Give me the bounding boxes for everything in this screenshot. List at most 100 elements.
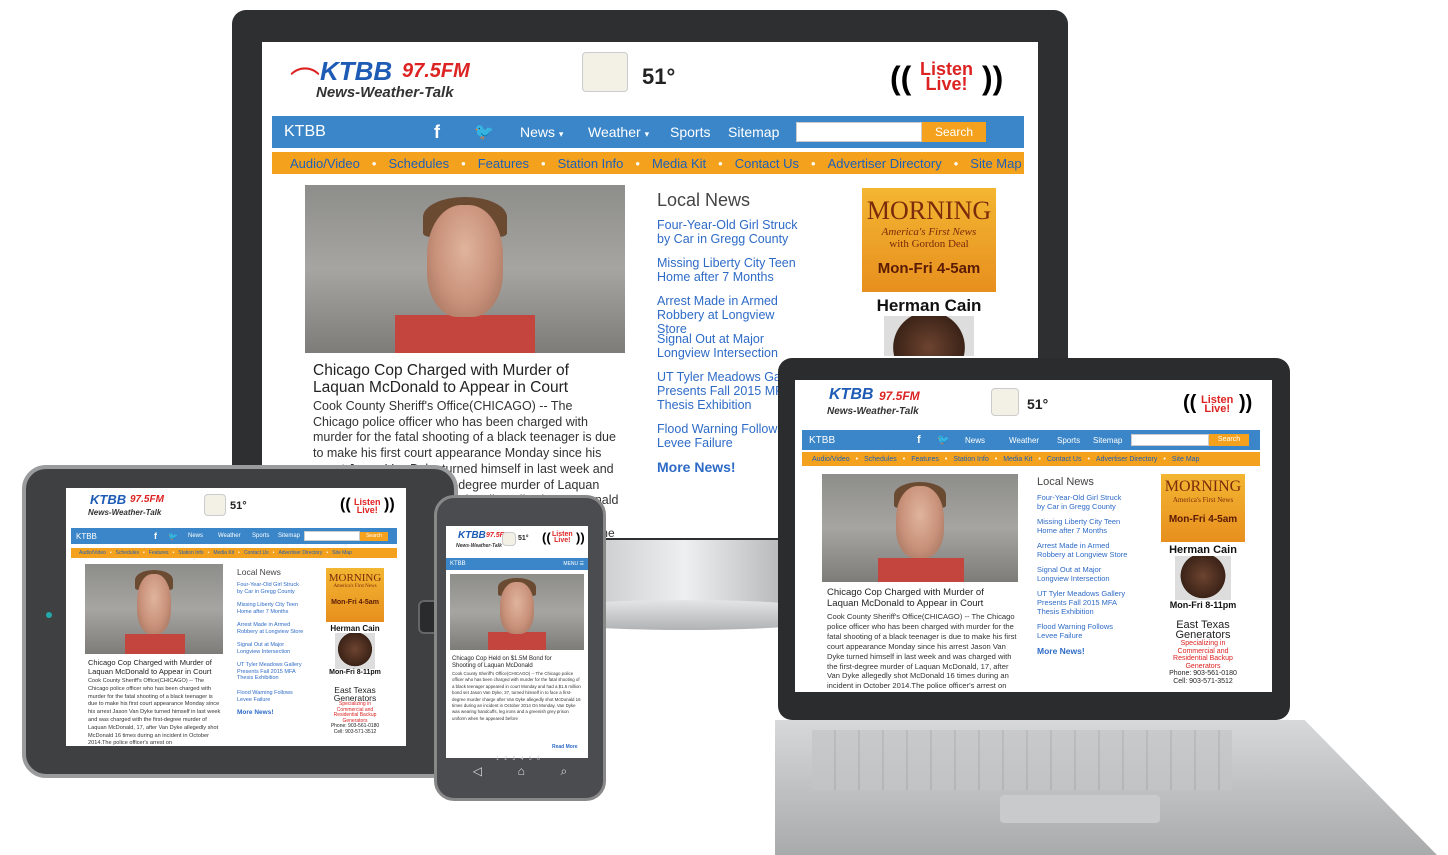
radio-wave-icon: )) xyxy=(982,60,1004,96)
pagination[interactable]: 1 2 3 4 5 6 xyxy=(484,756,554,762)
logo-text: KTBB xyxy=(320,56,393,86)
site-logo[interactable]: KTBB 97.5FM News-Weather-Talk xyxy=(813,384,933,424)
nav-weather[interactable]: Weather ▾ xyxy=(588,124,670,140)
nav-news[interactable]: News xyxy=(965,436,1009,445)
twitter-icon[interactable]: 🐦 xyxy=(474,122,520,142)
dropdown-arrow-icon: ▾ xyxy=(558,129,564,139)
nav-sports[interactable]: Sports xyxy=(670,124,728,140)
navbar-brand[interactable]: KTBB xyxy=(76,532,154,541)
local-news-title: Local News xyxy=(1037,476,1094,488)
twitter-icon[interactable]: 🐦 xyxy=(937,435,965,446)
navbar-brand[interactable]: KTBB xyxy=(284,123,434,141)
radio-wave-icon: )) xyxy=(576,530,585,545)
subnav-site-map[interactable]: Site Map xyxy=(970,156,1021,171)
back-icon[interactable]: ◁ xyxy=(473,764,482,784)
tablet-camera xyxy=(46,612,52,618)
radio-wave-icon: (( xyxy=(890,60,912,96)
menu-button[interactable]: MENU ☰ xyxy=(563,561,584,567)
subnav-media-kit[interactable]: Media Kit xyxy=(652,156,706,171)
subnav-audio-video[interactable]: Audio/Video xyxy=(290,156,360,171)
morning-show-ad[interactable]: MORNING America's First News Mon-Fri 4-5… xyxy=(326,568,384,622)
navbar-brand[interactable]: KTBB xyxy=(809,435,917,446)
search-button[interactable]: Search xyxy=(922,122,986,142)
more-news-link[interactable]: More News! xyxy=(237,709,305,717)
listen-live-button[interactable]: (( Listen Live! )) xyxy=(542,530,586,552)
logo-tagline: News-Weather-Talk xyxy=(316,84,454,101)
listen-live-button[interactable]: (( Listen Live! )) xyxy=(340,496,400,522)
east-texas-generators-ad[interactable]: East Texas Generators Specializing in Co… xyxy=(326,686,384,735)
nav-sitemap[interactable]: Sitemap xyxy=(728,124,796,140)
temperature: 51° xyxy=(518,535,529,542)
featured-headline[interactable]: Chicago Cop Held on $1.5M Bond for Shoot… xyxy=(452,656,574,670)
radio-wave-icon: (( xyxy=(542,530,551,545)
weather-icon xyxy=(582,52,628,92)
subnav-contact-us[interactable]: Contact Us xyxy=(735,156,799,171)
home-icon[interactable]: ⌂ xyxy=(518,764,525,784)
twitter-icon[interactable]: 🐦 xyxy=(168,532,188,541)
tablet-screen: KTBB 97.5FM News-Weather-Talk 51° (( Lis… xyxy=(66,488,406,746)
main-navbar: KTBB MENU ☰ xyxy=(446,558,588,570)
local-news-item[interactable]: Arrest Made in Armed Robbery at Longview… xyxy=(657,294,807,336)
listen-live-button[interactable]: (( Listen Live! )) xyxy=(1183,392,1253,422)
morning-show-ad[interactable]: MORNING America's First News Mon-Fri 4-5… xyxy=(1161,474,1245,542)
featured-story-image[interactable] xyxy=(85,564,223,654)
weather-icon xyxy=(502,532,516,546)
search-button[interactable]: Search xyxy=(1209,434,1249,446)
featured-story-image[interactable] xyxy=(822,474,1018,582)
radio-wave-icon: (( xyxy=(1183,392,1197,414)
phone-screen: KTBB 97.5FM News-Weather-Talk 51° (( Lis… xyxy=(446,526,588,758)
live-label: Live! xyxy=(925,74,968,95)
facebook-icon[interactable]: f xyxy=(434,122,474,143)
facebook-icon[interactable]: f xyxy=(917,434,937,446)
listen-live-button[interactable]: (( Listen Live! )) xyxy=(890,56,1006,102)
featured-headline[interactable]: Chicago Cop Charged with Murder of Laqua… xyxy=(827,587,1007,609)
radio-wave-icon: )) xyxy=(384,496,395,513)
subnav-station-info[interactable]: Station Info xyxy=(558,156,624,171)
ad-cain-photo xyxy=(884,316,974,356)
subnav-schedules[interactable]: Schedules xyxy=(388,156,449,171)
featured-story-image[interactable] xyxy=(305,185,625,353)
nav-weather[interactable]: Weather xyxy=(1009,436,1057,445)
herman-cain-ad[interactable]: Herman Cain Mon-Fri 8-11pm xyxy=(1161,544,1245,616)
secondary-navbar: Audio/Video • Schedules • Features • Statio… xyxy=(272,152,1024,174)
laptop-screen: KTBB 97.5FM News-Weather-Talk 51° (( Lis… xyxy=(795,380,1272,692)
local-news-title: Local News xyxy=(237,567,281,577)
search-input[interactable] xyxy=(1131,434,1209,446)
ad-morning-host: with Gordon Deal xyxy=(889,238,969,250)
herman-cain-ad[interactable]: Herman Cain xyxy=(862,296,996,356)
nav-sitemap[interactable]: Sitemap xyxy=(1093,436,1131,445)
morning-show-ad[interactable]: MORNING America's First News with Gordon… xyxy=(862,188,996,292)
herman-cain-ad[interactable]: Herman Cain Mon-Fri 8-11pm xyxy=(326,624,384,682)
local-news-title: Local News xyxy=(657,190,751,210)
nav-sports[interactable]: Sports xyxy=(1057,436,1093,445)
main-navbar: KTBB f 🐦 News Weather Sports Sitemap Sea… xyxy=(71,528,397,544)
site-logo[interactable]: ⌒ KTBB 97.5FM News-Weather-Talk xyxy=(290,48,480,108)
ad-cain-name: Herman Cain xyxy=(876,296,982,315)
search-button[interactable]: Search xyxy=(360,531,388,541)
read-more-link[interactable]: Read More xyxy=(552,744,578,750)
temperature: 51° xyxy=(1027,396,1049,412)
more-news-link[interactable]: More News! xyxy=(1037,647,1131,656)
subnav-advertiser-directory[interactable]: Advertiser Directory xyxy=(828,156,942,171)
navbar-brand[interactable]: KTBB xyxy=(450,561,466,567)
featured-story-image[interactable] xyxy=(450,574,584,650)
facebook-icon[interactable]: f xyxy=(154,531,168,541)
nav-news[interactable]: News ▾ xyxy=(520,124,588,140)
subnav-features[interactable]: Features xyxy=(478,156,529,171)
local-news-item[interactable]: Four-Year-Old Girl Struck by Car in Greg… xyxy=(657,218,807,256)
featured-story-text: Cook County Sheriff's Office(CHICAGO) --… xyxy=(452,671,581,721)
site-logo[interactable]: KTBB 97.5FM News-Weather-Talk xyxy=(78,490,178,520)
east-texas-generators-ad[interactable]: East Texas Generators Specializing in Co… xyxy=(1161,620,1245,685)
featured-headline[interactable]: Chicago Cop Charged with Murder of Laqua… xyxy=(313,362,613,396)
search-input[interactable] xyxy=(304,531,360,541)
local-news-item[interactable]: Missing Liberty City Teen Home after 7 M… xyxy=(657,256,807,294)
search-input[interactable] xyxy=(796,122,922,142)
search-icon[interactable]: ⌕ xyxy=(560,764,567,784)
secondary-navbar: Audio/Video • Schedules • Features • Statio… xyxy=(802,452,1260,466)
laptop-touchpad xyxy=(1000,795,1160,823)
featured-headline[interactable]: Chicago Cop Charged with Murder of Laqua… xyxy=(88,658,222,676)
featured-story-text: Cook County Sheriff's Office(CHICAGO) --… xyxy=(827,612,1017,691)
site-logo[interactable]: KTBB 97.5FM News-Weather-Talk xyxy=(450,528,510,552)
main-navbar: KTBB f 🐦 News ▾ Weather ▾ Sports Sitemap… xyxy=(272,116,1024,148)
ad-morning-title: MORNING xyxy=(866,196,992,225)
